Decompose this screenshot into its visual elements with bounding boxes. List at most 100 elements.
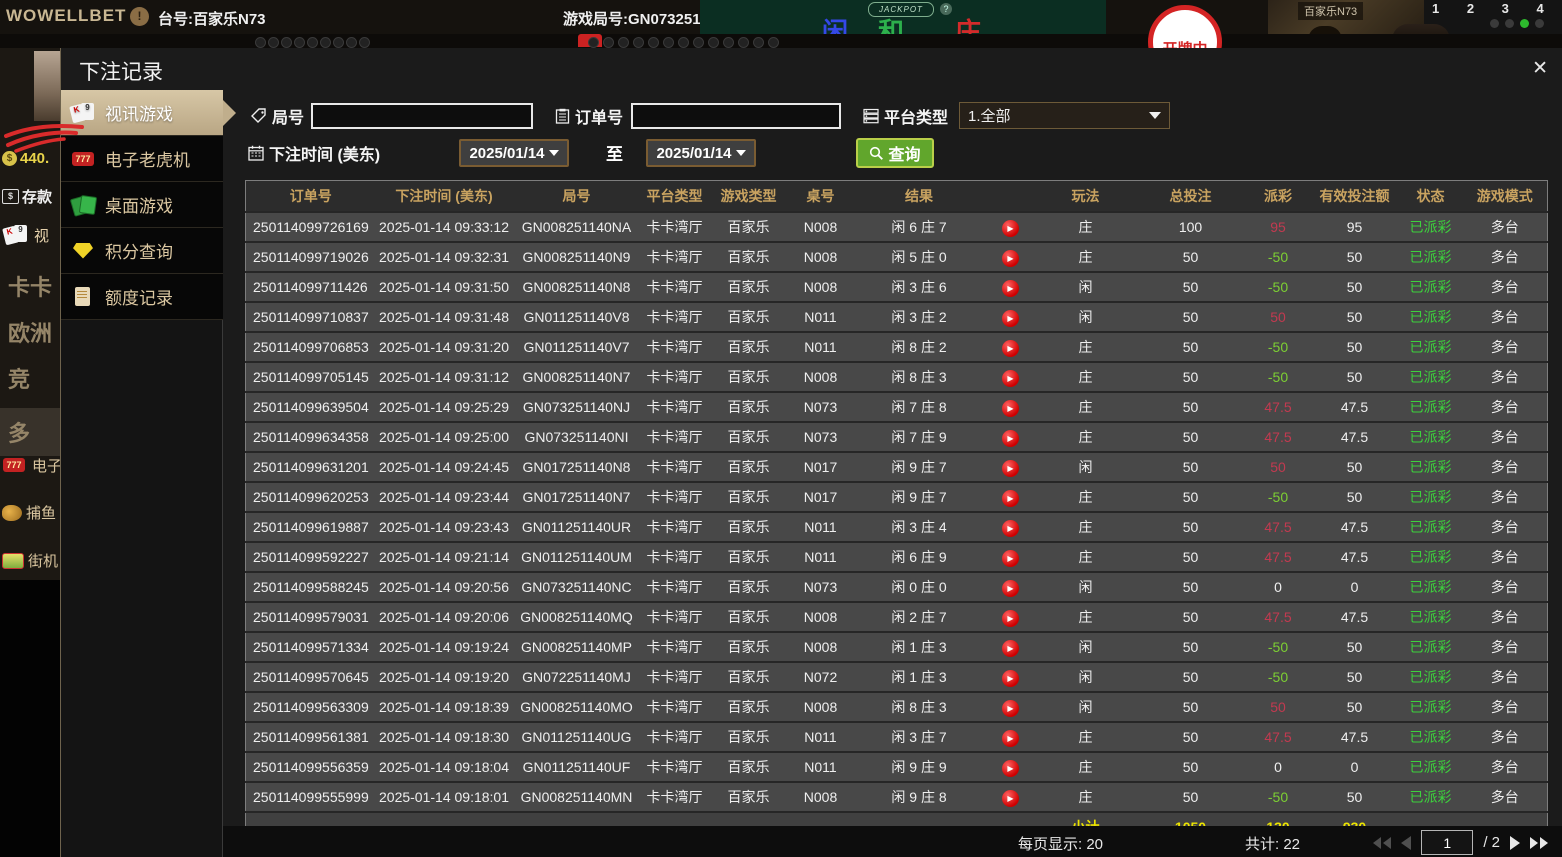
replay-icon[interactable]: ▶ <box>1002 639 1019 657</box>
calendar-icon <box>248 145 264 161</box>
roadmap-dot <box>738 37 749 48</box>
roadmap-dot <box>268 37 279 48</box>
sidebar-item-街机[interactable]: 街机 <box>2 550 58 571</box>
cell-game: 百家乐 <box>708 631 789 662</box>
column-header: 结果 <box>852 180 986 212</box>
cell-order: 250114099555999 <box>245 781 376 812</box>
close-icon[interactable]: ✕ <box>1532 57 1548 80</box>
tag-icon <box>251 108 266 123</box>
replay-icon[interactable]: ▶ <box>1002 489 1019 507</box>
question-icon[interactable]: ? <box>940 3 952 15</box>
cell-payout: -50 <box>1245 241 1311 272</box>
roadmap-dot <box>603 37 614 48</box>
cell-platform: 卡卡湾厅 <box>640 481 709 512</box>
avatar[interactable] <box>34 51 60 121</box>
slots-icon: 777 <box>2 454 28 476</box>
cell-valid: 50 <box>1310 481 1399 512</box>
cell-result: 闲 3 庄 6 <box>852 271 986 302</box>
cell-table: N073 <box>788 571 853 602</box>
menu-item-积分查询[interactable]: 积分查询 <box>61 228 223 274</box>
replay-icon[interactable]: ▶ <box>1002 669 1019 687</box>
replay-icon[interactable]: ▶ <box>1002 609 1019 627</box>
round-input[interactable] <box>311 103 533 129</box>
table-row: 250114099620253 2025-01-14 09:23:44 GN0172… <box>245 481 1548 512</box>
menu-item-电子老虎机[interactable]: 777 电子老虎机 <box>61 136 223 182</box>
date-from-picker[interactable]: 2025/01/14 <box>459 139 569 167</box>
cell-valid: 50 <box>1310 271 1399 302</box>
replay-icon[interactable]: ▶ <box>1002 459 1019 477</box>
sidebar-item-video[interactable]: K9 视 <box>2 224 49 246</box>
platform-select[interactable]: 1.全部 <box>959 102 1170 129</box>
cell-valid: 50 <box>1310 241 1399 272</box>
replay-icon[interactable]: ▶ <box>1002 249 1019 267</box>
cell-replay: ▶ <box>985 301 1036 332</box>
cell-mode: 多台 <box>1462 721 1548 752</box>
cell-platform: 卡卡湾厅 <box>640 421 709 452</box>
first-page-icon[interactable] <box>1373 836 1392 849</box>
replay-icon[interactable]: ▶ <box>1002 699 1019 717</box>
cell-replay: ▶ <box>985 691 1036 722</box>
cell-platform: 卡卡湾厅 <box>640 721 709 752</box>
cell-time: 2025-01-14 09:18:04 <box>375 751 513 782</box>
menu-item-额度记录[interactable]: 额度记录 <box>61 274 223 320</box>
sidebar-item-卡卡[interactable]: 卡卡 <box>0 270 60 302</box>
replay-icon[interactable]: ▶ <box>1002 309 1019 327</box>
cell-mode: 多台 <box>1462 241 1548 272</box>
replay-icon[interactable]: ▶ <box>1002 579 1019 597</box>
replay-icon[interactable]: ▶ <box>1002 369 1019 387</box>
cell-status: 已派彩 <box>1398 241 1463 272</box>
screen: WOWELLBET ! 台号:百家乐N73 游戏局号:GN073251140NX… <box>0 0 1562 857</box>
deposit-button[interactable]: $ 存款 <box>2 186 52 207</box>
replay-icon[interactable]: ▶ <box>1002 429 1019 447</box>
cell-bet: 50 <box>1135 271 1246 302</box>
cell-play: 庄 <box>1035 211 1136 242</box>
menu-item-桌面游戏[interactable]: 桌面游戏 <box>61 182 223 228</box>
cell-payout: 95 <box>1245 211 1311 242</box>
cell-round: GN008251140N8 <box>512 271 641 302</box>
column-header: 游戏模式 <box>1462 180 1548 212</box>
cell-bet: 50 <box>1135 481 1246 512</box>
cell-table: N008 <box>788 271 853 302</box>
cell-mode: 多台 <box>1462 481 1548 512</box>
search-button[interactable]: 查询 <box>856 138 934 168</box>
table-row: 250114099726169 2025-01-14 09:33:12 GN0082… <box>245 211 1548 242</box>
cell-game: 百家乐 <box>708 601 789 632</box>
sidebar-item-竞[interactable]: 竞 <box>0 362 60 394</box>
next-page-icon[interactable] <box>1510 835 1520 850</box>
cell-order: 250114099706853 <box>245 331 376 362</box>
sidebar-item-欧洲[interactable]: 欧洲 <box>0 316 60 348</box>
table-row: 250114099710837 2025-01-14 09:31:48 GN0112… <box>245 301 1548 332</box>
cell-result: 闲 9 庄 7 <box>852 451 986 482</box>
cell-result: 闲 1 庄 3 <box>852 661 986 692</box>
cell-game: 百家乐 <box>708 241 789 272</box>
prev-page-icon[interactable] <box>1401 835 1412 850</box>
sidebar-item-捕鱼[interactable]: 捕鱼 <box>2 502 56 523</box>
table-row: 250114099563309 2025-01-14 09:18:39 GN0082… <box>245 691 1548 722</box>
cell-mode: 多台 <box>1462 571 1548 602</box>
replay-icon[interactable]: ▶ <box>1002 339 1019 357</box>
cell-bet: 50 <box>1135 301 1246 332</box>
menu-item-视讯游戏[interactable]: K 9 视讯游戏 <box>61 90 236 136</box>
replay-icon[interactable]: ▶ <box>1002 519 1019 537</box>
replay-icon[interactable]: ▶ <box>1002 219 1019 237</box>
replay-icon[interactable]: ▶ <box>1002 789 1019 807</box>
cell-status: 已派彩 <box>1398 781 1463 812</box>
order-input[interactable] <box>631 103 841 129</box>
replay-icon[interactable]: ▶ <box>1002 549 1019 567</box>
date-to-picker[interactable]: 2025/01/14 <box>646 139 756 167</box>
cell-valid: 0 <box>1310 751 1399 782</box>
cell-round: GN011251140V7 <box>512 331 641 362</box>
last-page-icon[interactable] <box>1530 836 1548 849</box>
table-header-row: 订单号 下注时间 (美东) 局号 平台类型 游戏类型 桌号 结果 玩法 总投注 派彩 有效投注额 状态… <box>245 180 1548 212</box>
cell-replay: ▶ <box>985 751 1036 782</box>
page-input[interactable] <box>1421 830 1474 855</box>
cell-table: N011 <box>788 541 853 572</box>
search-icon <box>870 146 884 160</box>
sidebar-item-电子[interactable]: 777 电子 <box>2 454 60 476</box>
replay-icon[interactable]: ▶ <box>1002 759 1019 777</box>
replay-icon[interactable]: ▶ <box>1002 279 1019 297</box>
sidebar-item-多[interactable]: 多 <box>0 408 60 456</box>
cell-platform: 卡卡湾厅 <box>640 541 709 572</box>
replay-icon[interactable]: ▶ <box>1002 399 1019 417</box>
replay-icon[interactable]: ▶ <box>1002 729 1019 747</box>
